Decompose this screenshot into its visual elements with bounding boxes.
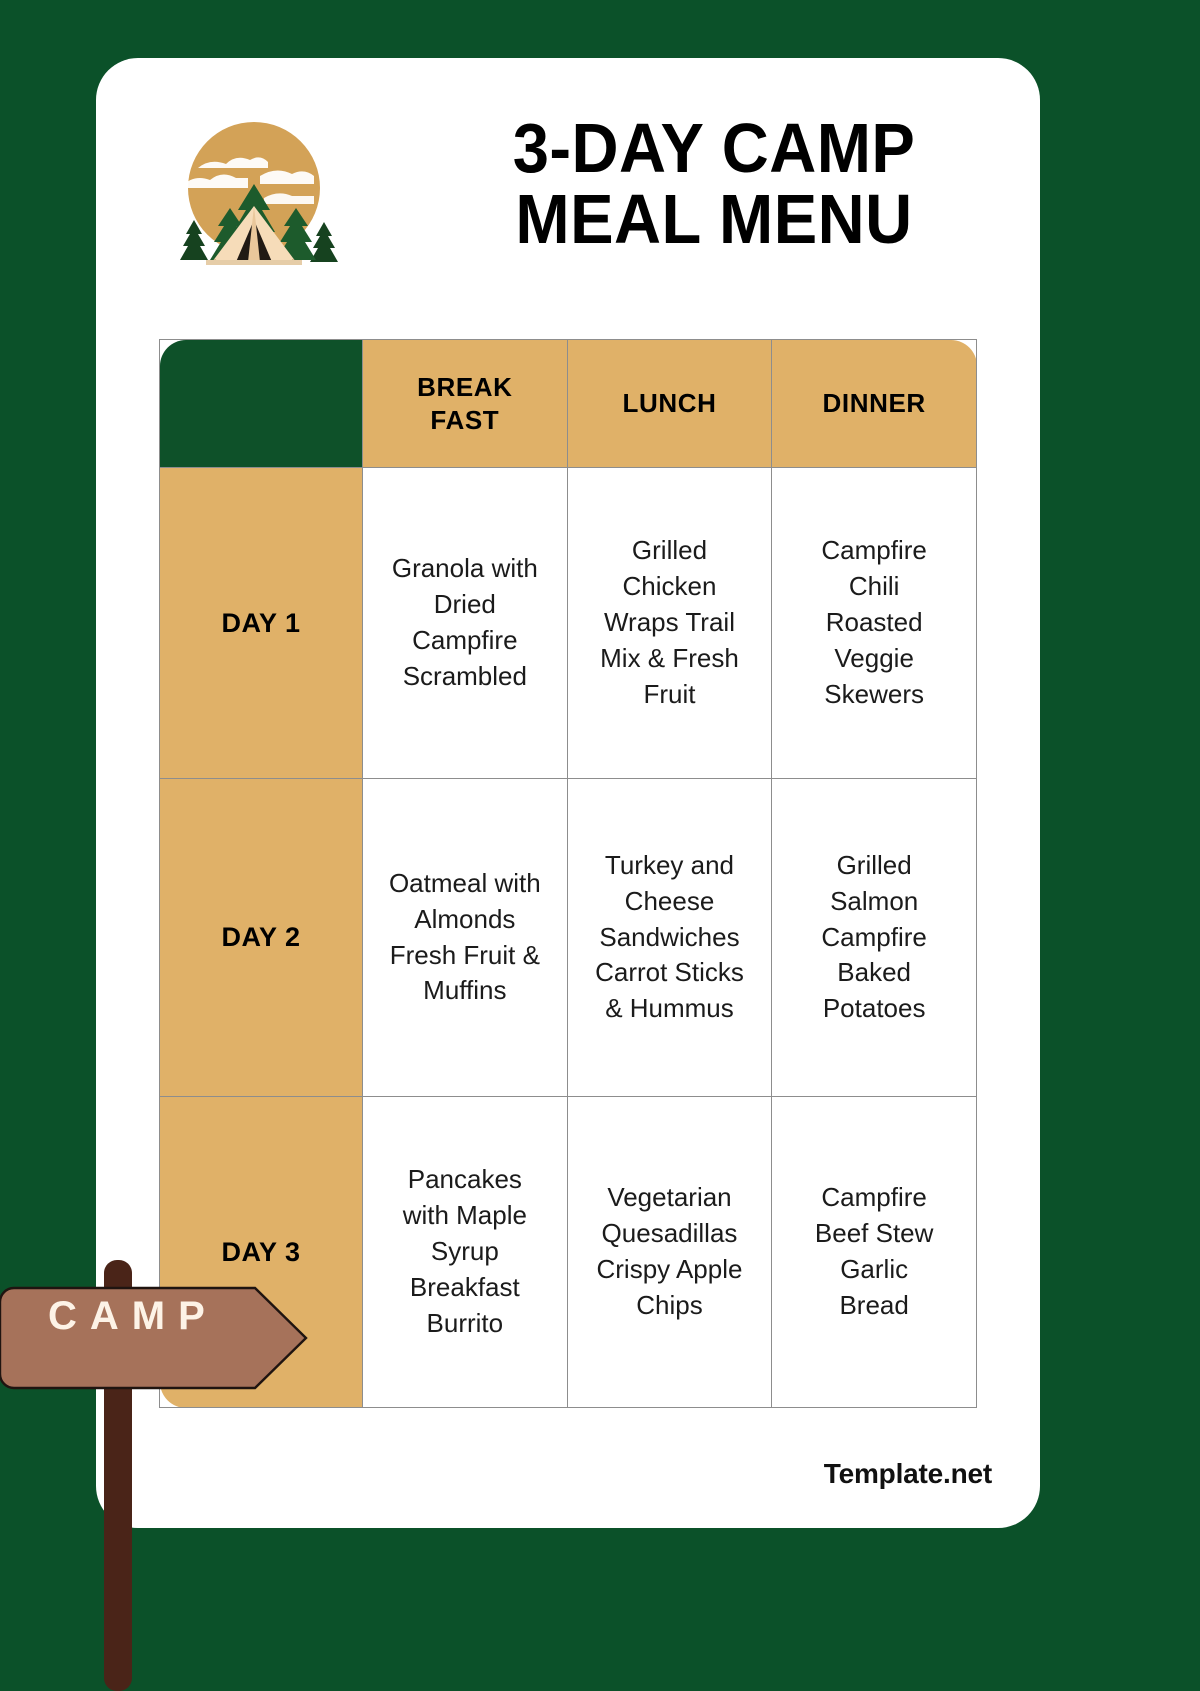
day-label-3: DAY 3 [159, 1096, 363, 1408]
column-header-dinner-label: DINNER [822, 388, 926, 419]
camp-tent-forest-logo-icon [164, 110, 344, 280]
meal-cell-day2-dinner: Grilled Salmon Campfire Baked Potatoes [771, 778, 977, 1097]
meal-cell-day3-lunch: Vegetarian Quesadillas Crispy Apple Chip… [566, 1096, 773, 1408]
meal-text: Campfire Beef Stew Garlic Bread [814, 1182, 934, 1320]
table-row: DAY 1 Granola with Dried Campfire Scramb… [159, 467, 977, 779]
meal-cell-day2-lunch: Turkey and Cheese Sandwiches Carrot Stic… [566, 778, 773, 1097]
meal-text: Turkey and Cheese Sandwiches Carrot Stic… [595, 849, 744, 1024]
meal-text: Oatmeal with Almonds Fresh Fruit & Muffi… [388, 867, 541, 1006]
column-header-breakfast-label: BREAK FAST [417, 372, 513, 435]
card-header: 3-DAY CAMP MEAL MENU [96, 58, 1040, 308]
day-label-1: DAY 1 [159, 467, 363, 779]
meal-cell-day1-dinner: Campfire Chili Roasted Veggie Skewers [771, 467, 977, 779]
menu-card: 3-DAY CAMP MEAL MENU BREAK FAST LUNCH DI… [96, 58, 1040, 1528]
brand-label: Template.net [823, 1458, 992, 1489]
day-label-2: DAY 2 [159, 778, 363, 1097]
column-header-lunch-label: LUNCH [622, 388, 717, 419]
meal-cell-day1-lunch: Grilled Chicken Wraps Trail Mix & Fresh … [566, 467, 773, 779]
page-title: 3-DAY CAMP MEAL MENU [434, 109, 994, 259]
table-corner-cell [159, 339, 363, 468]
meal-cell-day1-breakfast: Granola with Dried Campfire Scrambled [362, 467, 568, 779]
title-line-2: MEAL MENU [515, 180, 913, 259]
title-line-1: 3-DAY CAMP [512, 109, 916, 187]
meal-cell-day3-breakfast: Pancakes with Maple Syrup Breakfast Burr… [362, 1096, 568, 1408]
meal-text: Grilled Salmon Campfire Baked Potatoes [821, 849, 927, 1024]
meal-text: Pancakes with Maple Syrup Breakfast Burr… [402, 1164, 527, 1338]
signpost-label: CAMP [48, 1294, 218, 1338]
meal-menu-table: BREAK FAST LUNCH DINNER DAY 1 Granola wi… [159, 339, 977, 1408]
meal-text: Grilled Chicken Wraps Trail Mix & Fresh … [600, 535, 739, 709]
table-header-row: BREAK FAST LUNCH DINNER [159, 339, 977, 468]
column-header-breakfast: BREAK FAST [362, 339, 568, 468]
table-row: DAY 3 Pancakes with Maple Syrup Breakfas… [159, 1096, 977, 1408]
meal-text: Granola with Dried Campfire Scrambled [391, 553, 538, 691]
table-row: DAY 2 Oatmeal with Almonds Fresh Fruit &… [159, 778, 977, 1097]
column-header-dinner: DINNER [771, 339, 977, 468]
meal-cell-day2-breakfast: Oatmeal with Almonds Fresh Fruit & Muffi… [362, 778, 568, 1097]
meal-text: Vegetarian Quesadillas Crispy Apple Chip… [596, 1182, 743, 1320]
meal-text: Campfire Chili Roasted Veggie Skewers [821, 535, 927, 709]
meal-cell-day3-dinner: Campfire Beef Stew Garlic Bread [771, 1096, 977, 1408]
column-header-lunch: LUNCH [566, 339, 773, 468]
